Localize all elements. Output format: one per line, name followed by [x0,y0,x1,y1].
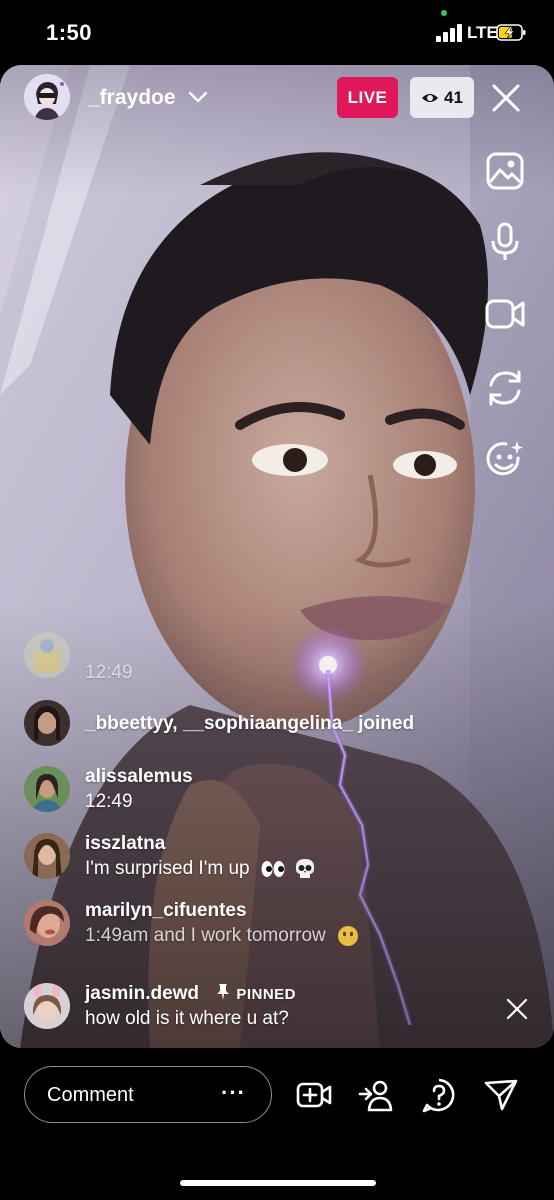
comment-text-value: 1:49am and I work tomorrow [85,925,326,947]
close-icon[interactable] [490,82,522,114]
invite-user-icon[interactable] [358,1077,394,1113]
commenter-username: marilyn_cifuentes [85,900,247,921]
commenter-username: alissalemus [85,766,193,787]
live-video[interactable]: _fraydoe LIVE 41 [0,65,554,1048]
pinned-tag: PINNED [236,986,296,1003]
status-bar: 1:50 LTE [0,0,554,64]
video-camera-icon[interactable] [484,293,526,335]
status-time: 1:50 [46,20,93,45]
comment-text: I'm surprised I'm up [85,858,316,880]
signal-icon [436,24,462,42]
question-icon[interactable] [421,1077,457,1113]
viewer-count: 41 [444,87,463,107]
pin-icon [217,984,230,1000]
comment-input[interactable]: Comment ··· [24,1066,272,1123]
unpin-close-icon[interactable] [505,997,529,1021]
network-type: LTE [467,23,498,42]
live-badge: LIVE [337,77,398,118]
pinned-username-line: jasmin.dewd PINNED [85,983,296,1005]
chevron-down-icon[interactable] [188,90,208,104]
comment-text: 12:49 [85,662,133,683]
commenter-avatar [24,900,70,946]
eye-icon [422,93,439,102]
comment-placeholder: Comment [47,1084,134,1106]
comment-text: 1:49am and I work tomorrow [85,925,359,947]
comment-text-value: I'm surprised I'm up [85,858,250,880]
microphone-icon[interactable] [484,221,526,263]
share-send-icon[interactable] [483,1077,519,1113]
commenter-avatar [24,700,70,746]
skull-emoji-icon [296,859,315,878]
comment-text: 12:49 [85,791,133,812]
host-username[interactable]: _fraydoe [88,86,176,110]
host-avatar-image [24,74,70,120]
camera-in-use-indicator [441,10,447,16]
viewer-count-button[interactable]: 41 [410,77,474,118]
commenter-avatar [24,833,70,879]
more-options-icon[interactable]: ··· [221,1080,246,1106]
no-mouth-emoji-icon [338,926,359,946]
flip-camera-icon[interactable] [484,367,526,409]
commenter-username: isszlatna [85,833,166,854]
join-notice: _bbeettyy, __sophiaangelina_ joined [85,713,415,734]
commenter-avatar [24,766,70,812]
bottom-shade [0,605,554,1048]
battery-charging-icon [496,24,526,41]
commenter-avatar [24,983,70,1029]
face-effects-icon[interactable] [484,438,526,480]
commenter-avatar [24,632,70,678]
host-avatar[interactable] [24,74,70,120]
add-video-guest-icon[interactable] [296,1077,332,1113]
home-indicator[interactable] [180,1180,376,1186]
commenter-username: jasmin.dewd [85,983,200,1004]
gallery-icon[interactable] [484,150,526,192]
pinned-text: how old is it where u at? [85,1008,289,1029]
